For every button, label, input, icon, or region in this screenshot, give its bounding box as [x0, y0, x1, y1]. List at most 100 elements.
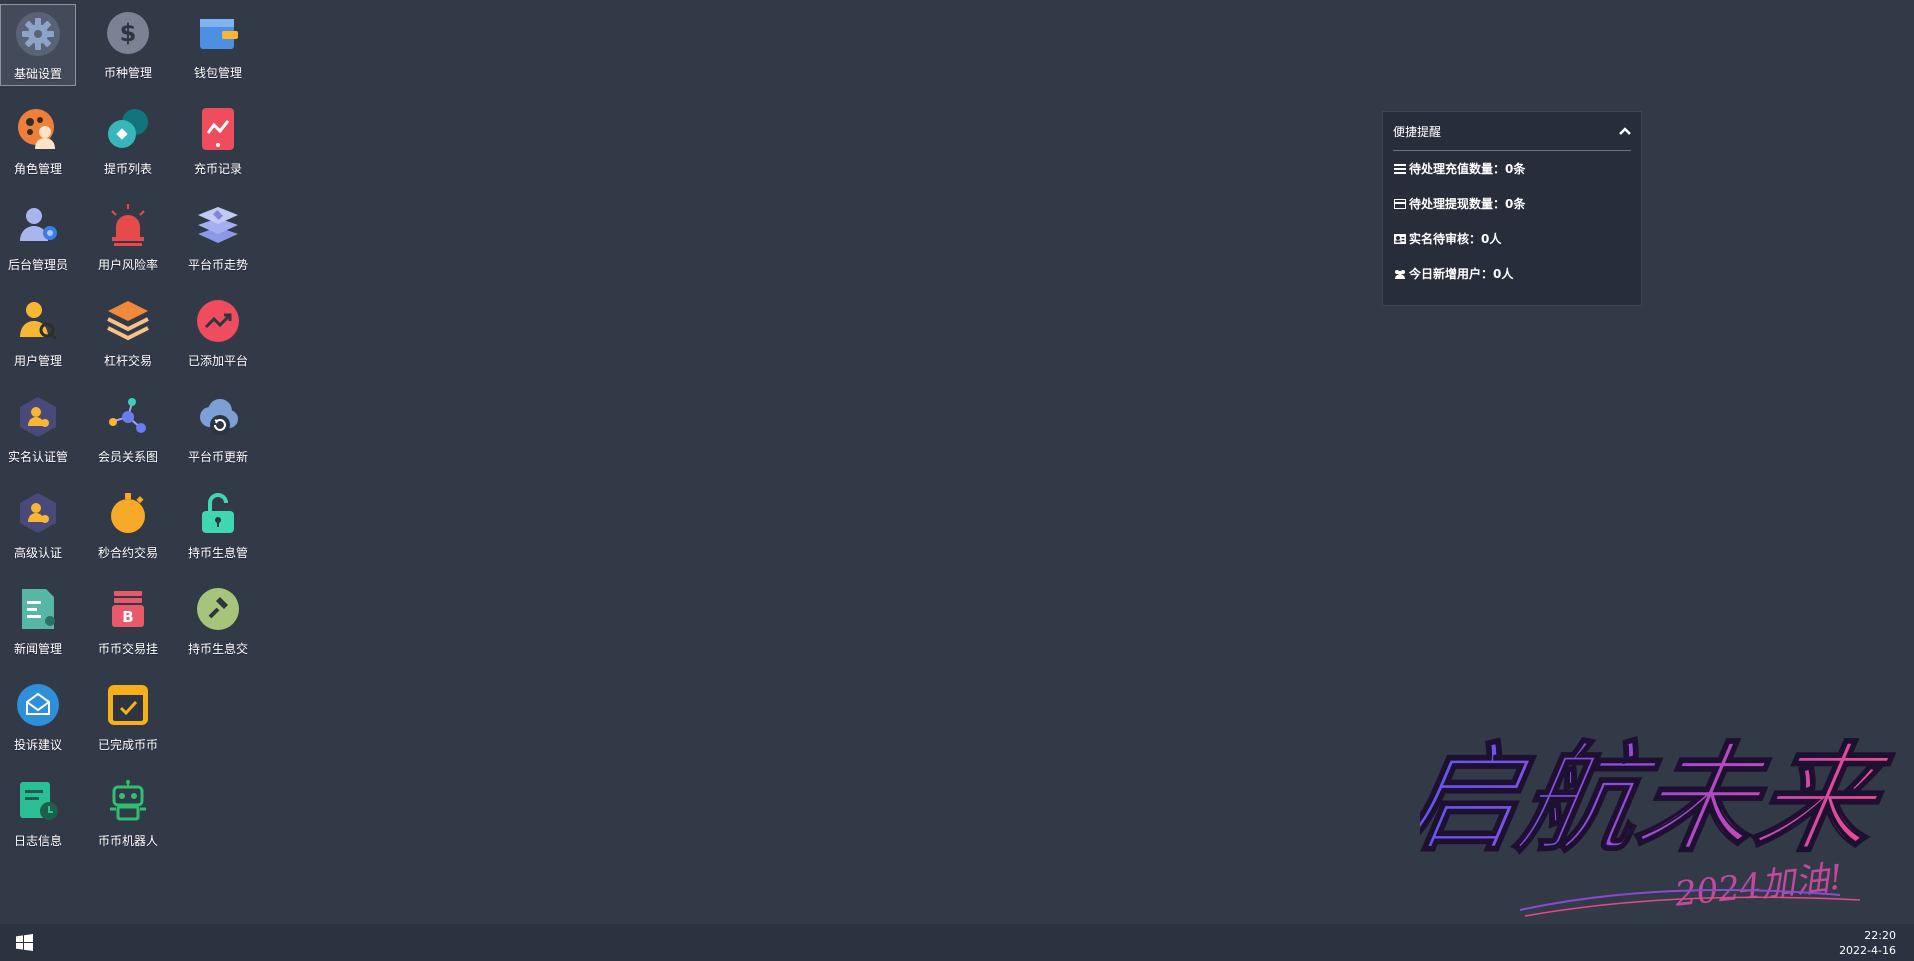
- reminder-label: 待处理充值数量：: [1409, 162, 1506, 176]
- desktop-icon-realname-auth[interactable]: 实名认证管: [0, 388, 76, 470]
- reminder-row-pending-deposit: 待处理充值数量： 0条: [1383, 151, 1641, 186]
- desktop-icon-label: 持币生息管: [187, 546, 248, 560]
- gear-icon: [14, 10, 62, 58]
- desktop-icon-coin-trade-orders[interactable]: B 币币交易挂: [90, 580, 166, 662]
- desktop-icon-label: 实名认证管: [7, 450, 68, 464]
- desktop-icon-label: 平台币走势: [187, 258, 248, 272]
- desktop-icon-platform-coin-trend[interactable]: 平台币走势: [180, 196, 256, 278]
- robot-icon: [104, 777, 152, 825]
- desktop-icon-currency-management[interactable]: $ 币种管理: [90, 4, 166, 86]
- desktop-icon-label: 币种管理: [103, 66, 152, 80]
- desktop-icon-user-risk[interactable]: 用户风险率: [90, 196, 166, 278]
- desktop-icon-label: 持币生息交: [187, 642, 248, 656]
- desktop-icon-holding-interest-trade[interactable]: 持币生息交: [180, 580, 256, 662]
- reminder-label: 今日新增用户：: [1409, 267, 1494, 281]
- desktop-icon-label: 用户管理: [13, 354, 62, 368]
- id-card-icon: [1394, 233, 1408, 245]
- user-search-icon: [14, 297, 62, 345]
- clock-time: 22:20: [1864, 929, 1896, 942]
- dollar-coin-icon: $: [104, 9, 152, 57]
- reminder-value: 0条: [1505, 197, 1526, 211]
- panel-title: 便捷提醒: [1393, 124, 1442, 139]
- desktop-icon-label: 基础设置: [13, 67, 62, 81]
- desktop-icon-label: 秒合约交易: [97, 546, 158, 560]
- taskbar-clock[interactable]: 22:20 2022-4-16: [1839, 928, 1896, 958]
- wallet-icon: [194, 9, 242, 57]
- quick-reminder-panel: 便捷提醒 待处理充值数量： 0条 待处理提现数量： 0条 实名待审核： 0人 今日新增…: [1382, 111, 1642, 306]
- reminder-row-pending-withdraw: 待处理提现数量： 0条: [1383, 186, 1641, 221]
- taskbar: 22:20 2022-4-16: [0, 924, 1914, 961]
- reminder-label: 待处理提现数量：: [1409, 197, 1506, 211]
- desktop-icon-completed-coin[interactable]: 已完成币币: [90, 676, 166, 758]
- svg-text:B: B: [122, 608, 133, 626]
- desktop-icon-label: 提币列表: [103, 162, 152, 176]
- wallpaper-main-text: 启航未来: [1420, 730, 1900, 869]
- mail-icon: [14, 681, 62, 729]
- desktop-icon-user-management[interactable]: 用户管理: [0, 292, 76, 374]
- desktop-icon-leverage-trading[interactable]: 杠杆交易: [90, 292, 166, 374]
- desktop-icon-platform-coin-update[interactable]: 平台币更新: [180, 388, 256, 470]
- desktop-icon-basic-settings[interactable]: 基础设置: [0, 4, 76, 86]
- desktop-icon-label: 币币交易挂: [97, 642, 158, 656]
- reminder-value: 0人: [1481, 232, 1502, 246]
- hammer-circle-icon: [194, 585, 242, 633]
- desktop-icon-admins[interactable]: 后台管理员: [0, 196, 76, 278]
- checkbox-icon: [104, 681, 152, 729]
- desktop-icon-label: 新闻管理: [13, 642, 62, 656]
- list-icon: [1394, 163, 1408, 175]
- desktop-icon-coin-robot[interactable]: 币币机器人: [90, 772, 166, 854]
- admin-user-icon: [14, 201, 62, 249]
- desktop-icon-label: 投诉建议: [13, 738, 62, 752]
- reminder-row-new-users: 今日新增用户： 0人: [1383, 256, 1641, 291]
- desktop-icon-label: 高级认证: [13, 546, 62, 560]
- desktop-icon-label: 后台管理员: [7, 258, 68, 272]
- desktop-icon-role-management[interactable]: 角色管理: [0, 100, 76, 182]
- desktop-icon-label: 日志信息: [13, 834, 62, 848]
- id-verify-icon: [14, 393, 62, 441]
- trend-circle-icon: [194, 297, 242, 345]
- desktop-icon-withdraw-list[interactable]: 提币列表: [90, 100, 166, 182]
- news-document-icon: [14, 585, 62, 633]
- desktop-icon-label: 已完成币币: [97, 738, 158, 752]
- cloud-refresh-icon: [194, 393, 242, 441]
- desktop-icon-label: 角色管理: [13, 162, 62, 176]
- users-icon: [1394, 268, 1408, 280]
- layers-icon: [104, 297, 152, 345]
- desktop-icon-label: 币币机器人: [97, 834, 158, 848]
- unlock-icon: [194, 489, 242, 537]
- stack-icon: [194, 201, 242, 249]
- desktop-icon-wallet-management[interactable]: 钱包管理: [180, 4, 256, 86]
- stopwatch-icon: [104, 489, 152, 537]
- desktop-icon-label: 杠杆交易: [103, 354, 152, 368]
- collapse-chevron-up-icon[interactable]: [1619, 126, 1631, 136]
- windows-start-icon[interactable]: [16, 934, 33, 951]
- desktop-icon-label: 钱包管理: [193, 66, 242, 80]
- withdraw-coins-icon: [104, 105, 152, 153]
- desktop-icon-label: 用户风险率: [97, 258, 158, 272]
- desktop-icon-label: 已添加平台: [187, 354, 248, 368]
- log-clock-icon: [14, 777, 62, 825]
- desktop-icon-news[interactable]: 新闻管理: [0, 580, 76, 662]
- desktop-icon-advanced-auth[interactable]: 高级认证: [0, 484, 76, 566]
- desktop-icon-label: 会员关系图: [97, 450, 158, 464]
- desktop-icon-logs[interactable]: 日志信息: [0, 772, 76, 854]
- desktop-icon-added-platform[interactable]: 已添加平台: [180, 292, 256, 374]
- advanced-verify-icon: [14, 489, 62, 537]
- network-graph-icon: [104, 393, 152, 441]
- desktop-icon-second-contract[interactable]: 秒合约交易: [90, 484, 166, 566]
- desktop-icon-label: 充币记录: [193, 162, 242, 176]
- desktop-icon-complaints[interactable]: 投诉建议: [0, 676, 76, 758]
- desktop-icon-label: 平台币更新: [187, 450, 248, 464]
- panel-header: 便捷提醒: [1393, 112, 1631, 151]
- desktop-icon-member-graph[interactable]: 会员关系图: [90, 388, 166, 470]
- roles-icon: [14, 105, 62, 153]
- desktop-icon-holding-interest[interactable]: 持币生息管: [180, 484, 256, 566]
- phone-chart-icon: [194, 105, 242, 153]
- svg-text:$: $: [120, 19, 137, 47]
- reminder-value: 0条: [1505, 162, 1526, 176]
- desktop-icon-deposit-records[interactable]: 充币记录: [180, 100, 256, 182]
- reminder-value: 0人: [1493, 267, 1514, 281]
- bitcoin-box-icon: B: [104, 585, 152, 633]
- reminder-label: 实名待审核：: [1409, 232, 1482, 246]
- wallpaper-calligraphy: 启航未来 2024加油!: [1420, 729, 1900, 917]
